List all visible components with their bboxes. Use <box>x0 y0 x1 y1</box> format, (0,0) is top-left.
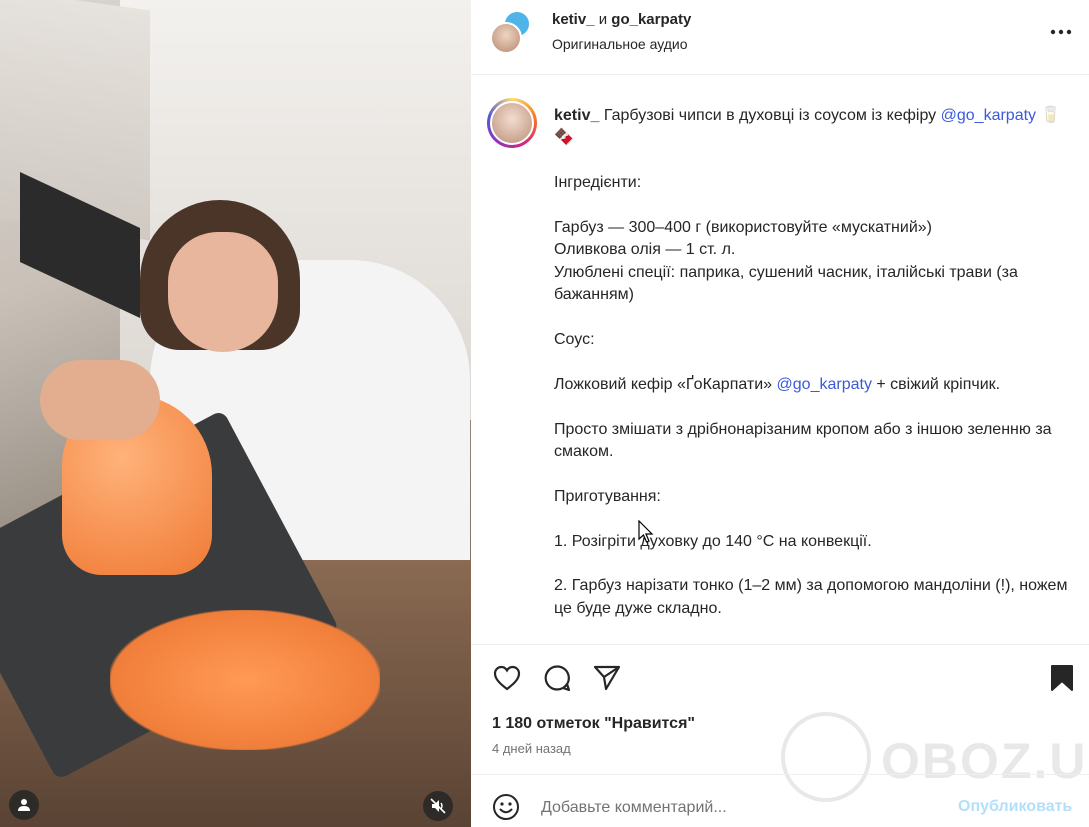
person-face <box>168 232 278 352</box>
author-names: ketiv_ и go_karpaty <box>552 11 691 28</box>
post-header: ketiv_ и go_karpaty Оригинальное аудио <box>471 0 1089 75</box>
comment-icon <box>544 665 571 692</box>
send-icon <box>593 665 621 691</box>
comment-input[interactable] <box>541 796 941 820</box>
prep-step: 2. Гарбуз нарізати тонко (1–2 мм) за доп… <box>554 577 1068 617</box>
user-tag-icon <box>18 799 30 811</box>
heart-icon <box>493 665 521 691</box>
post-timestamp[interactable]: 4 дней назад <box>492 741 571 756</box>
caption-username[interactable]: ketiv_ <box>554 107 599 124</box>
likes-count[interactable]: 1 180 отметок "Нравится" <box>492 715 695 733</box>
sauce-heading: Соус: <box>554 331 595 349</box>
muted-speaker-icon <box>430 798 446 814</box>
more-options-button[interactable] <box>1049 20 1073 44</box>
post-detail-panel: ketiv_ и go_karpaty Оригинальное аудио k… <box>471 0 1089 827</box>
ingredients-heading: Інгредієнти: <box>554 174 642 192</box>
post-media-video[interactable] <box>0 0 471 827</box>
caption-title: Гарбузові чипси в духовці із соусом із к… <box>603 107 937 124</box>
share-button[interactable] <box>592 663 622 693</box>
prep-step: 1. Розігріти духовку до 140 °C на конвек… <box>554 532 872 550</box>
author-conjunction: и <box>598 11 608 28</box>
ingredient-item: Улюблені спеції: паприка, сушений часник… <box>554 263 1018 304</box>
caption-avatar[interactable] <box>487 98 537 148</box>
caption-scroll-area[interactable]: ketiv_ Гарбузові чипси в духовці із соус… <box>471 76 1089 644</box>
sauce-line-suffix: + свіжий кріпчик. <box>876 375 1001 393</box>
like-button[interactable] <box>492 663 522 693</box>
person-hand <box>40 360 160 440</box>
collab-avatars[interactable] <box>490 10 532 54</box>
sauce-line-text: Ложковий кефір «ҐоКарпати» <box>554 375 773 393</box>
ingredient-item: Гарбуз — 300–400 г (використовуйте «муск… <box>554 219 932 236</box>
comment-bar: Опубликовать <box>471 774 1089 827</box>
comment-button[interactable] <box>542 663 572 693</box>
prep-heading: Приготування: <box>554 487 661 505</box>
more-icon <box>1050 29 1072 35</box>
mute-button[interactable] <box>423 791 453 821</box>
post-comment-button[interactable]: Опубликовать <box>958 798 1072 816</box>
user-tag-button[interactable] <box>9 790 39 820</box>
post-caption: ketiv_ Гарбузові чипси в духовці із соус… <box>554 105 1079 620</box>
avatar-ketiv[interactable] <box>490 22 522 54</box>
emoji-picker-button[interactable] <box>492 793 522 823</box>
sauce-instructions: Просто змішати з дрібнонарізаним кропом … <box>554 420 1052 461</box>
original-audio-link[interactable]: Оригинальное аудио <box>552 36 688 52</box>
emoji-icon <box>493 794 519 820</box>
ingredient-item: Оливкова олія — 1 ст. л. <box>554 241 736 259</box>
pumpkin-slices <box>110 610 380 750</box>
caption-mention[interactable]: @go_karpaty <box>941 107 1036 124</box>
save-button[interactable] <box>1047 663 1077 693</box>
author-link-go-karpaty[interactable]: go_karpaty <box>611 11 691 28</box>
author-link-ketiv[interactable]: ketiv_ <box>552 11 595 28</box>
sauce-mention[interactable]: @go_karpaty <box>777 376 872 393</box>
bookmark-icon <box>1051 665 1073 691</box>
mouse-cursor-icon <box>638 520 654 543</box>
